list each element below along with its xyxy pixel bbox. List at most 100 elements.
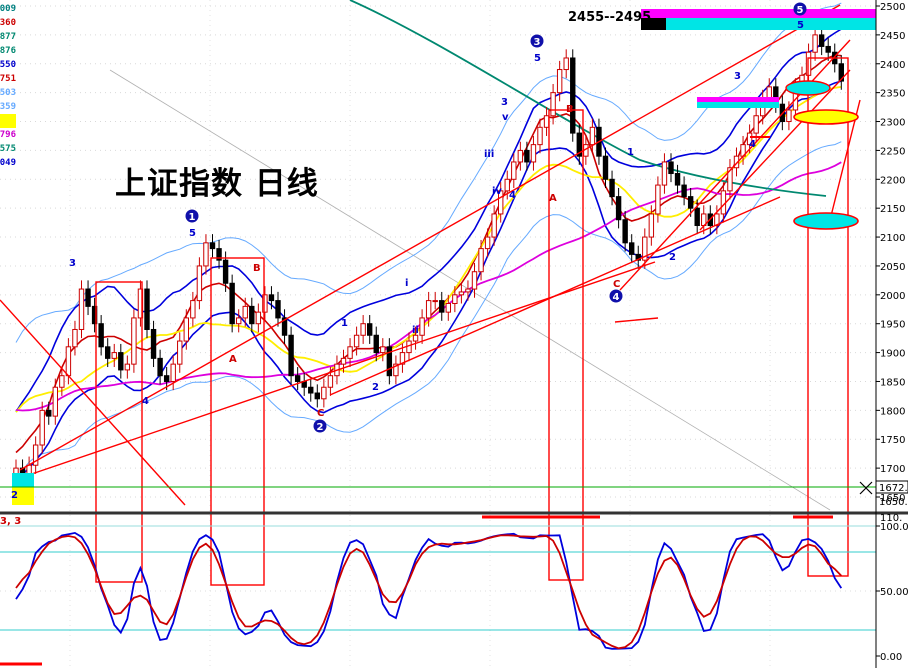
wave-label: 4 bbox=[142, 396, 149, 407]
candle-body bbox=[203, 242, 209, 267]
wave-label: 2 bbox=[317, 422, 324, 433]
candle-body bbox=[543, 115, 550, 128]
chart-window: 2 3 4 1 5 A B C 2 1 2 i ii iii iv v 3 4 5 3 A B C 4 1 2 3 4 5 5 2500 24… bbox=[0, 0, 908, 668]
candle-body bbox=[766, 86, 772, 99]
candle-body bbox=[249, 305, 255, 325]
wave-label: 4 bbox=[749, 139, 756, 150]
candle-body bbox=[144, 288, 150, 330]
candle-body bbox=[465, 288, 471, 293]
legend-value: 360 bbox=[0, 18, 16, 28]
candle-body bbox=[602, 155, 609, 180]
candle-body bbox=[78, 288, 85, 330]
wave-label: 3 bbox=[69, 258, 76, 269]
price-tick-label: 1950 bbox=[880, 320, 905, 331]
candle-body bbox=[111, 352, 117, 359]
candle-body bbox=[340, 357, 347, 365]
legend-value: 359 bbox=[0, 102, 16, 112]
candle-body bbox=[825, 45, 831, 53]
candle-body bbox=[439, 300, 445, 313]
candle-body bbox=[622, 219, 628, 244]
price-tick-label: 2350 bbox=[880, 89, 905, 100]
wave-label: A bbox=[549, 193, 557, 204]
candle-body bbox=[818, 34, 825, 47]
candle-body bbox=[524, 149, 530, 163]
candle-body bbox=[353, 334, 360, 348]
candle-body bbox=[367, 323, 373, 336]
candle-body bbox=[118, 352, 124, 371]
price-tick-label: 2150 bbox=[880, 204, 905, 215]
candle-body bbox=[222, 259, 229, 284]
candle-body bbox=[478, 248, 484, 273]
wave-label: C bbox=[613, 279, 620, 290]
legend-value: 550 bbox=[0, 60, 16, 70]
wave-label: iii bbox=[484, 149, 494, 160]
zone-ellipse bbox=[785, 80, 831, 96]
price-tick-label: 2400 bbox=[880, 60, 905, 71]
wave-label: A bbox=[229, 354, 237, 365]
candle-body bbox=[209, 242, 216, 250]
candle-body bbox=[452, 294, 458, 304]
candle-body bbox=[812, 34, 818, 53]
legend-value: 575 bbox=[0, 144, 16, 154]
candle-body bbox=[98, 323, 104, 348]
legend-value: 877 bbox=[0, 32, 16, 42]
wave-label: 4 bbox=[509, 190, 516, 201]
candle-body bbox=[150, 328, 157, 359]
wave-label: B bbox=[253, 263, 261, 274]
wave-label: 1 bbox=[189, 212, 196, 223]
candle-body bbox=[190, 300, 196, 319]
candle-body bbox=[308, 386, 314, 394]
chart-title: 上证指数 日线 bbox=[115, 166, 319, 202]
candle-body bbox=[124, 363, 131, 371]
wave-label: 5 bbox=[797, 20, 804, 31]
target-zone-cyan bbox=[666, 18, 876, 30]
wave-label: 4 bbox=[613, 292, 620, 303]
price-tick-label: 2250 bbox=[880, 146, 905, 157]
low-zone-cyan bbox=[12, 473, 34, 487]
candle-body bbox=[229, 282, 235, 325]
candle-body bbox=[72, 328, 78, 348]
candle-body bbox=[294, 375, 301, 382]
price-tick-label: 1750 bbox=[880, 435, 905, 446]
candle-body bbox=[589, 126, 596, 146]
oscillator-header: 3, 3 bbox=[0, 516, 22, 527]
candle-body bbox=[39, 409, 45, 446]
price-tick-label: 2200 bbox=[880, 175, 905, 186]
wave-label: C bbox=[317, 408, 324, 419]
price-tick-label: 1800 bbox=[880, 406, 905, 417]
legend-value: 049 bbox=[0, 158, 16, 168]
candle-body bbox=[517, 149, 524, 163]
wave-label: B bbox=[566, 104, 574, 115]
legend-value: 009 bbox=[0, 4, 16, 14]
osc-tick-label: 50.00 bbox=[880, 587, 908, 598]
wave-label: 5 bbox=[189, 228, 196, 239]
candle-body bbox=[419, 317, 425, 336]
candle-body bbox=[373, 334, 379, 354]
candle-body bbox=[556, 69, 563, 94]
candle-body bbox=[425, 300, 432, 319]
candle-body bbox=[85, 288, 91, 307]
price-tick-label: 2050 bbox=[880, 262, 905, 273]
candle-body bbox=[380, 346, 386, 354]
legend-value: 876 bbox=[0, 46, 16, 56]
wave-label: 1 bbox=[627, 147, 634, 158]
candle-body bbox=[52, 386, 58, 417]
candle-body bbox=[786, 109, 792, 123]
candle-body bbox=[570, 57, 576, 134]
candle-body bbox=[687, 196, 694, 209]
candle-body bbox=[65, 346, 72, 377]
candle-body bbox=[629, 242, 635, 255]
price-tick-label: 2450 bbox=[880, 31, 905, 42]
candle-body bbox=[668, 161, 674, 175]
price-tick-label: 1900 bbox=[880, 349, 905, 360]
candle-body bbox=[694, 207, 700, 227]
current-price-label: 1672. bbox=[879, 483, 908, 494]
wave-label: iv bbox=[492, 186, 502, 197]
wave-label: 2 bbox=[11, 490, 18, 501]
candle-body bbox=[275, 300, 281, 319]
candle-body bbox=[26, 464, 32, 475]
candle-body bbox=[288, 334, 294, 377]
wave-label: 1 bbox=[341, 318, 348, 329]
candle-body bbox=[550, 92, 556, 117]
candle-body bbox=[530, 144, 537, 163]
